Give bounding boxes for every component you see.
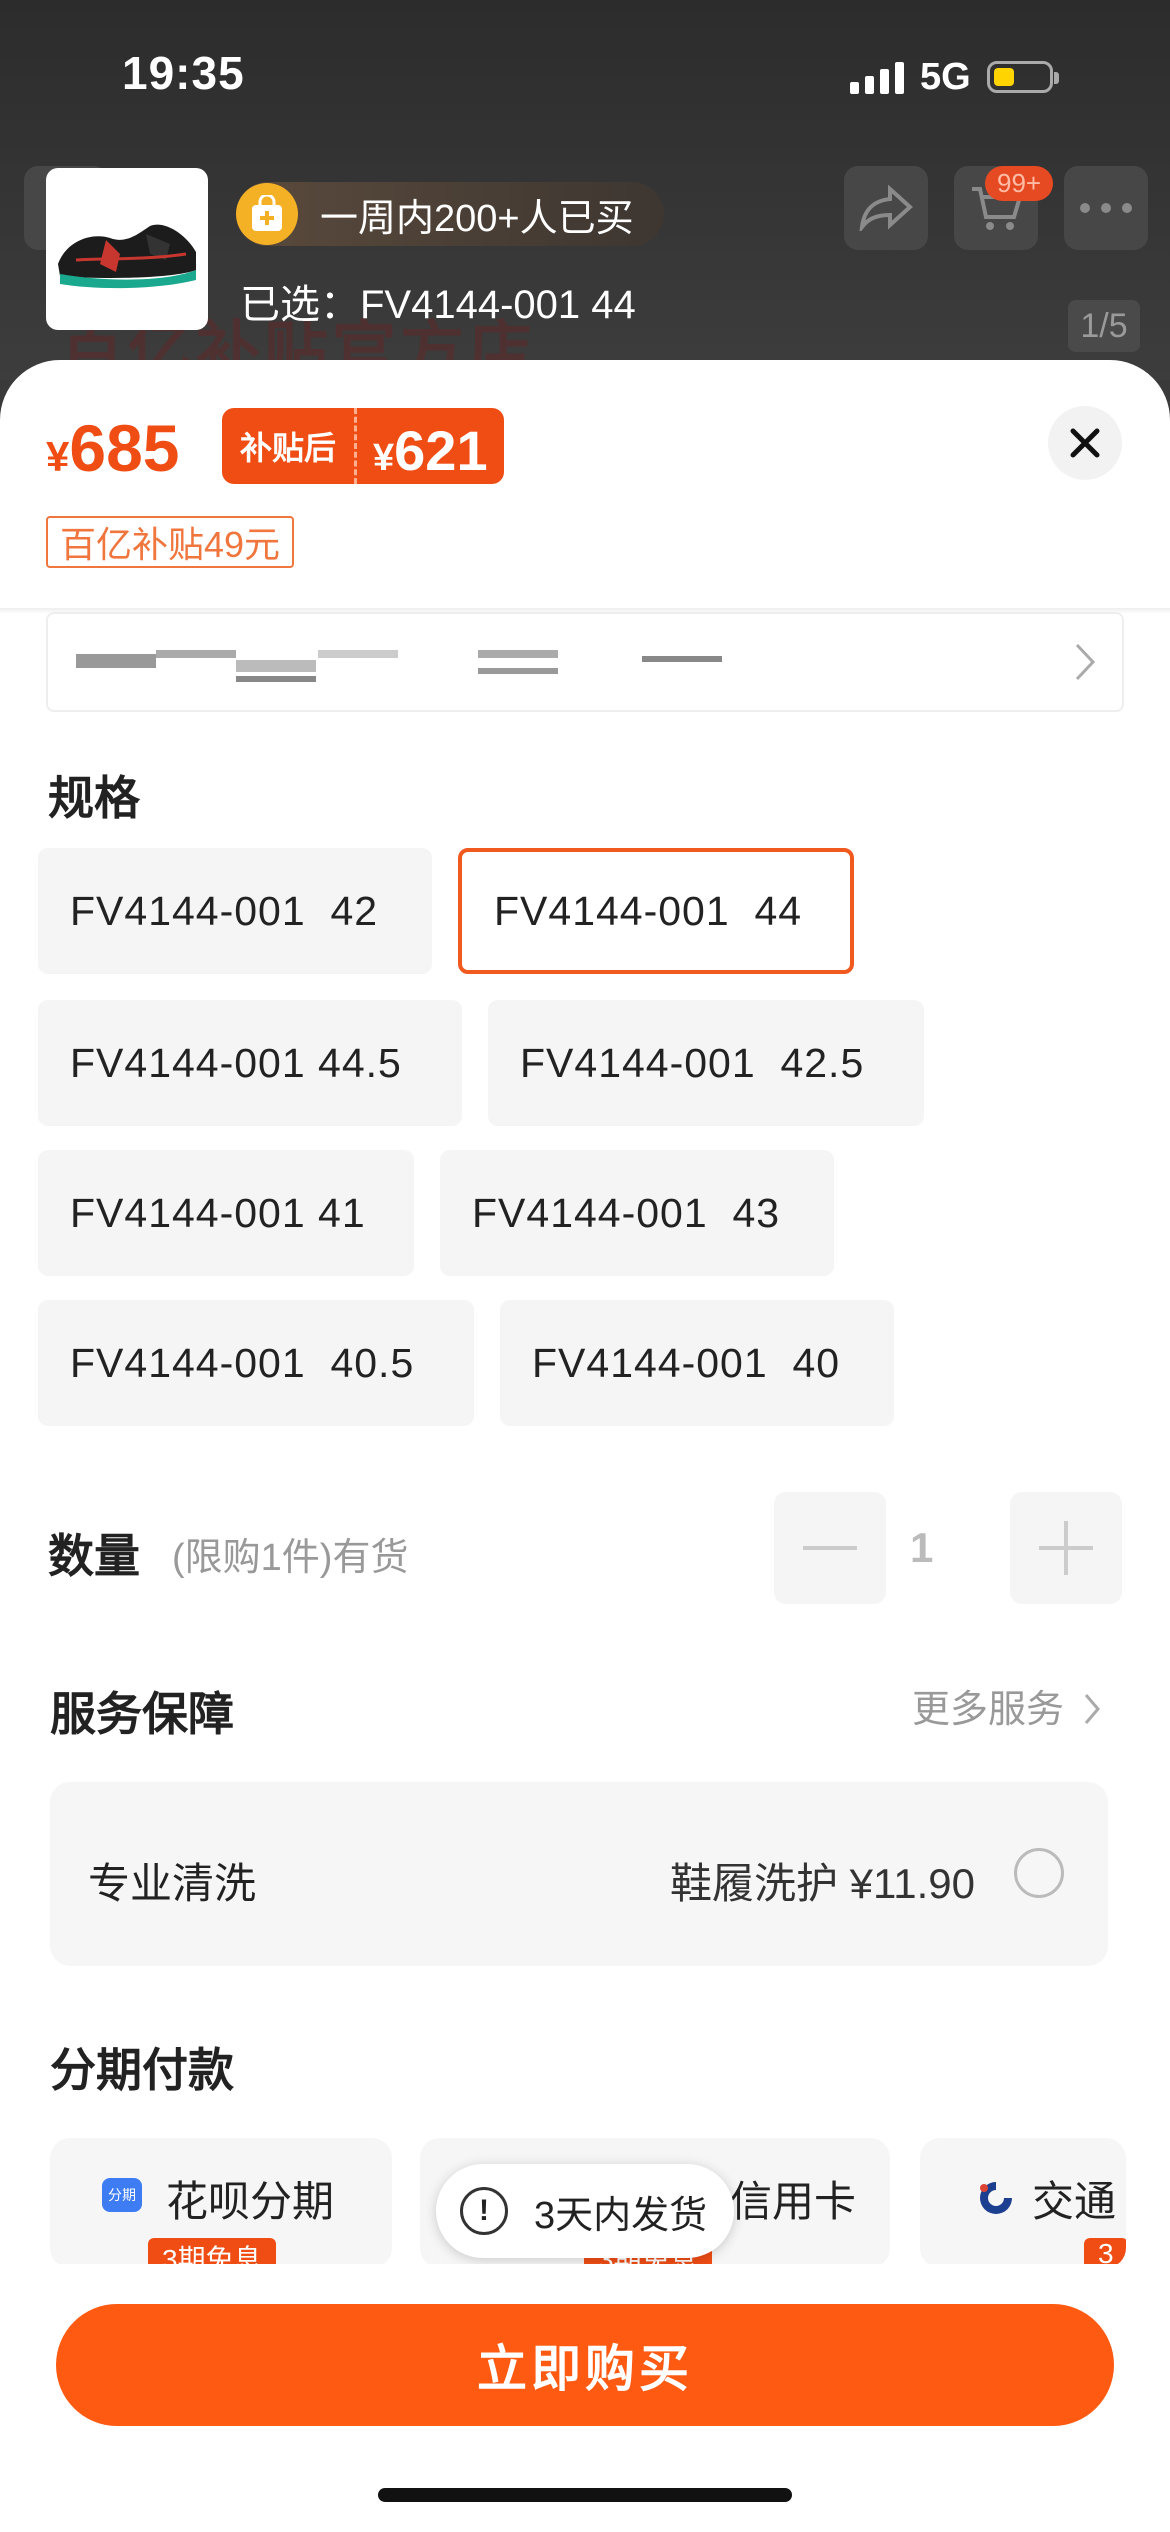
shipping-toast: ! 3天内发货 xyxy=(436,2164,734,2258)
spec-option[interactable]: FV4144-001 43 xyxy=(440,1150,834,1276)
bank-logo-icon xyxy=(980,2182,1012,2214)
quantity-value[interactable]: 1 xyxy=(910,1524,933,1572)
sneaker-image xyxy=(58,224,196,289)
spec-option[interactable]: FV4144-001 40 xyxy=(500,1300,894,1426)
spec-option[interactable]: FV4144-001 41 xyxy=(38,1150,414,1276)
subsidy-tag: 百亿补贴49元 xyxy=(46,516,295,568)
share-icon xyxy=(859,185,913,231)
spec-option[interactable]: FV4144-001 40.5 xyxy=(38,1300,474,1426)
more-button[interactable] xyxy=(1064,166,1148,250)
service-item-price: 鞋履洗护 ¥11.90 xyxy=(670,1860,976,1907)
exclamation-icon: ! xyxy=(460,2187,508,2235)
chevron-right-icon xyxy=(1075,643,1096,681)
cart-badge: 99+ xyxy=(985,166,1054,201)
quantity-subtitle: (限购1件)有货 xyxy=(172,1537,409,1579)
address-selector[interactable] xyxy=(46,612,1124,712)
service-title: 服务保障 xyxy=(50,1688,234,1740)
minus-icon xyxy=(803,1546,857,1550)
installment-label: 信用卡 xyxy=(730,2178,857,2225)
quantity-increase-button[interactable] xyxy=(1010,1492,1122,1604)
more-dots-icon xyxy=(1080,203,1132,213)
shopping-bag-icon xyxy=(236,183,298,245)
buy-now-button[interactable]: 立即购买 xyxy=(56,2304,1114,2426)
installment-label: 交通 xyxy=(1032,2178,1117,2225)
selected-spec-text: 已选：FV4144-001 44 xyxy=(240,283,636,327)
battery-icon xyxy=(986,61,1059,93)
installment-label: 花呗分期 xyxy=(166,2178,335,2225)
service-radio[interactable] xyxy=(1014,1848,1064,1898)
subsidy-price-badge: 补贴后 ¥ 621 xyxy=(222,408,504,484)
close-icon xyxy=(1070,428,1100,458)
signal-icon xyxy=(850,60,904,94)
installment-card-huabei[interactable]: 分期 花呗分期 3期免息 xyxy=(50,2138,392,2268)
original-price: ¥ 685 xyxy=(46,411,180,485)
spec-option[interactable]: FV4144-001 42.5 xyxy=(488,1000,924,1126)
status-time: 19:35 xyxy=(122,47,245,99)
product-thumbnail[interactable] xyxy=(46,168,208,330)
chevron-right-icon xyxy=(1084,1694,1100,1724)
image-page-indicator: 1/5 xyxy=(1068,300,1140,352)
spec-title: 规格 xyxy=(48,772,140,824)
huabei-icon: 分期 xyxy=(102,2178,142,2212)
network-label: 5G xyxy=(920,55,971,98)
service-item-title: 专业清洗 xyxy=(88,1860,257,1907)
subsidy-label: 补贴后 xyxy=(222,408,358,484)
plus-icon xyxy=(1039,1521,1093,1575)
spec-option[interactable]: FV4144-001 42 xyxy=(38,848,432,974)
installment-title: 分期付款 xyxy=(50,2044,234,2096)
sold-count-pill: 一周内200+人已买 xyxy=(236,182,664,246)
subsidy-price: ¥ 621 xyxy=(357,408,504,484)
installment-card-bocom[interactable]: 交通 3 xyxy=(920,2138,1126,2268)
sold-count-text: 一周内200+人已买 xyxy=(320,197,634,240)
more-services-link[interactable]: 更多服务 xyxy=(912,1678,1101,1733)
close-button[interactable] xyxy=(1048,406,1122,480)
share-button[interactable] xyxy=(844,166,928,250)
spec-option[interactable]: FV4144-001 44.5 xyxy=(38,1000,462,1126)
quantity-title: 数量 xyxy=(48,1530,140,1582)
quantity-decrease-button[interactable] xyxy=(774,1492,886,1604)
status-indicators: 5G xyxy=(850,52,1059,102)
home-indicator[interactable] xyxy=(378,2488,792,2502)
spec-option-selected[interactable]: FV4144-001 44 xyxy=(458,848,854,974)
